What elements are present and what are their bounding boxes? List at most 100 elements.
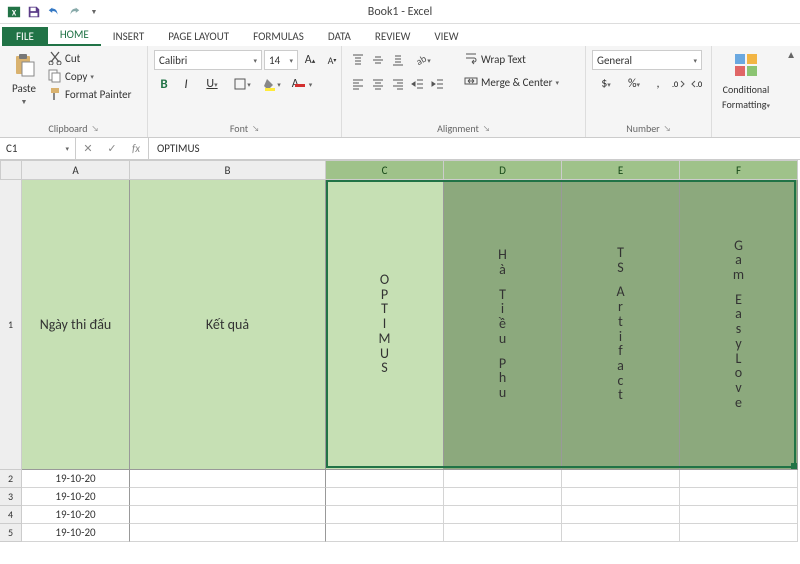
redo-icon[interactable] bbox=[66, 4, 82, 20]
tab-insert[interactable]: INSERT bbox=[101, 27, 157, 46]
percent-button[interactable]: %▾ bbox=[620, 74, 648, 94]
wrap-text-button[interactable]: Wrap Text bbox=[460, 50, 563, 69]
col-header-B[interactable]: B bbox=[130, 160, 326, 180]
font-color-button[interactable]: A▾ bbox=[288, 74, 316, 94]
cell-B4[interactable] bbox=[130, 506, 326, 524]
align-middle-button[interactable] bbox=[368, 50, 388, 70]
fill-color-button[interactable]: ▾ bbox=[258, 74, 286, 94]
col-header-E[interactable]: E bbox=[562, 160, 680, 180]
undo-icon[interactable] bbox=[46, 4, 62, 20]
tab-view[interactable]: VIEW bbox=[422, 27, 470, 46]
col-header-A[interactable]: A bbox=[22, 160, 130, 180]
cut-button[interactable]: Cut bbox=[46, 50, 133, 66]
cell-F4[interactable] bbox=[680, 506, 798, 524]
row-header-4[interactable]: 4 bbox=[0, 506, 22, 524]
underline-button[interactable]: U▾ bbox=[198, 74, 226, 94]
conditional-formatting-button[interactable]: Conditional Formatting▾ bbox=[718, 50, 774, 113]
col-header-F[interactable]: F bbox=[680, 160, 798, 180]
increase-indent-button[interactable] bbox=[428, 74, 448, 94]
comma-button[interactable]: , bbox=[648, 74, 668, 94]
col-header-C[interactable]: C bbox=[326, 160, 444, 180]
italic-button[interactable]: I bbox=[176, 74, 196, 94]
enter-formula-button[interactable]: ✓ bbox=[100, 142, 124, 155]
cell-D1[interactable]: HàTiềuPhu bbox=[444, 180, 562, 470]
copy-icon bbox=[48, 69, 62, 83]
font-size-select[interactable]: 14▾ bbox=[264, 50, 298, 70]
cell-E5[interactable] bbox=[562, 524, 680, 542]
cell-E2[interactable] bbox=[562, 470, 680, 488]
align-left-button[interactable] bbox=[348, 74, 368, 94]
shrink-font-button[interactable]: A▾ bbox=[322, 50, 342, 70]
cell-C1[interactable]: OPTIMUS bbox=[326, 180, 444, 470]
tab-formulas[interactable]: FORMULAS bbox=[241, 27, 316, 46]
cancel-formula-button[interactable]: ✕ bbox=[76, 142, 100, 155]
cell-E1[interactable]: TSArtifact bbox=[562, 180, 680, 470]
tab-pagelayout[interactable]: PAGE LAYOUT bbox=[156, 27, 241, 46]
cell-D3[interactable] bbox=[444, 488, 562, 506]
align-center-button[interactable] bbox=[368, 74, 388, 94]
cell-D2[interactable] bbox=[444, 470, 562, 488]
align-bottom-button[interactable] bbox=[388, 50, 408, 70]
cell-A3[interactable]: 19-10-20 bbox=[22, 488, 130, 506]
tab-data[interactable]: DATA bbox=[316, 27, 363, 46]
worksheet-grid: 12345 ABCDEF Ngày thi đấuKết quảOPTIMUSH… bbox=[0, 160, 800, 564]
cell-C2[interactable] bbox=[326, 470, 444, 488]
cell-B2[interactable] bbox=[130, 470, 326, 488]
dialog-launcher-icon[interactable]: ↘ bbox=[483, 124, 490, 134]
cell-F5[interactable] bbox=[680, 524, 798, 542]
decrease-decimal-button[interactable]: .0 bbox=[688, 74, 708, 94]
paste-button[interactable]: Paste ▼ bbox=[6, 50, 42, 108]
group-font: Calibri▾ 14▾ A▴ A▾ B I U▾ ▾ ▾ A▾ Font↘ bbox=[148, 46, 342, 137]
dialog-launcher-icon[interactable]: ↘ bbox=[92, 124, 99, 134]
tab-review[interactable]: REVIEW bbox=[363, 27, 423, 46]
bold-button[interactable]: B bbox=[154, 74, 174, 94]
tab-file[interactable]: FILE bbox=[2, 27, 48, 46]
ribbon-collapse-icon[interactable]: ▲ bbox=[786, 48, 796, 61]
cell-F3[interactable] bbox=[680, 488, 798, 506]
cell-C5[interactable] bbox=[326, 524, 444, 542]
cell-C4[interactable] bbox=[326, 506, 444, 524]
align-right-button[interactable] bbox=[388, 74, 408, 94]
name-box[interactable]: C1▾ bbox=[0, 138, 76, 159]
col-header-D[interactable]: D bbox=[444, 160, 562, 180]
copy-button[interactable]: Copy▾ bbox=[46, 68, 133, 84]
cell-E4[interactable] bbox=[562, 506, 680, 524]
cell-D5[interactable] bbox=[444, 524, 562, 542]
number-format-select[interactable]: General▾ bbox=[592, 50, 702, 70]
cell-B5[interactable] bbox=[130, 524, 326, 542]
increase-decimal-button[interactable]: .0 bbox=[668, 74, 688, 94]
cell-A5[interactable]: 19-10-20 bbox=[22, 524, 130, 542]
dialog-launcher-icon[interactable]: ↘ bbox=[664, 124, 671, 134]
cell-F2[interactable] bbox=[680, 470, 798, 488]
dialog-launcher-icon[interactable]: ↘ bbox=[252, 124, 259, 134]
currency-button[interactable]: $▾ bbox=[592, 74, 620, 94]
paste-label: Paste bbox=[12, 82, 36, 95]
align-top-button[interactable] bbox=[348, 50, 368, 70]
cell-B3[interactable] bbox=[130, 488, 326, 506]
cell-D4[interactable] bbox=[444, 506, 562, 524]
cell-F1[interactable]: GamEasyLove bbox=[680, 180, 798, 470]
cell-B1[interactable]: Kết quả bbox=[130, 180, 326, 470]
cell-A1[interactable]: Ngày thi đấu bbox=[22, 180, 130, 470]
qat-customize-icon[interactable]: ▼ bbox=[86, 4, 102, 20]
grow-font-button[interactable]: A▴ bbox=[300, 50, 320, 70]
format-painter-button[interactable]: Format Painter bbox=[46, 86, 133, 102]
save-icon[interactable] bbox=[26, 4, 42, 20]
row-header-1[interactable]: 1 bbox=[0, 180, 22, 470]
font-name-select[interactable]: Calibri▾ bbox=[154, 50, 262, 70]
formula-input[interactable]: OPTIMUS bbox=[149, 138, 800, 159]
merge-center-button[interactable]: Merge & Center▾ bbox=[460, 73, 563, 92]
decrease-indent-button[interactable] bbox=[408, 74, 428, 94]
cell-A2[interactable]: 19-10-20 bbox=[22, 470, 130, 488]
cell-E3[interactable] bbox=[562, 488, 680, 506]
select-all-corner[interactable] bbox=[0, 160, 22, 180]
orientation-button[interactable]: ab▾ bbox=[408, 50, 436, 70]
row-header-3[interactable]: 3 bbox=[0, 488, 22, 506]
cell-A4[interactable]: 19-10-20 bbox=[22, 506, 130, 524]
cell-C3[interactable] bbox=[326, 488, 444, 506]
tab-home[interactable]: HOME bbox=[48, 25, 101, 46]
border-button[interactable]: ▾ bbox=[228, 74, 256, 94]
row-header-2[interactable]: 2 bbox=[0, 470, 22, 488]
row-header-5[interactable]: 5 bbox=[0, 524, 22, 542]
fx-button[interactable]: fx bbox=[124, 142, 148, 155]
